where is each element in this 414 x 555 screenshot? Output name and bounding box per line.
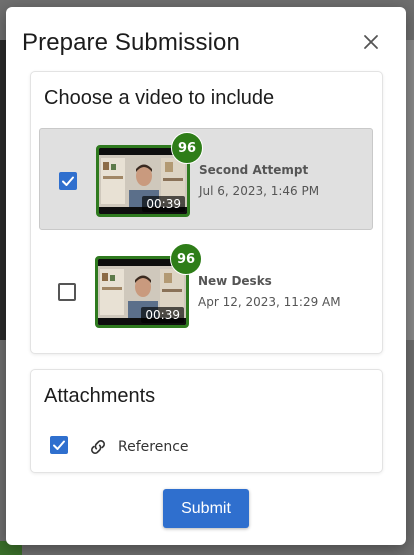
close-button[interactable]	[362, 33, 380, 51]
video-section-title: Choose a video to include	[44, 87, 275, 109]
video-name: New Desks	[198, 274, 272, 288]
video-date: Apr 12, 2023, 11:29 AM	[198, 295, 341, 309]
video-checkbox[interactable]	[58, 283, 76, 301]
video-duration: 00:39	[141, 307, 184, 323]
attachment-link[interactable]: Reference	[118, 439, 189, 455]
video-date: Jul 6, 2023, 1:46 PM	[199, 184, 320, 198]
video-checkbox[interactable]	[59, 172, 77, 190]
video-option-second-attempt[interactable]: 00:39 96 Second Attempt Jul 6, 2023, 1:4…	[39, 128, 373, 230]
backdrop-panel-right	[406, 40, 414, 340]
close-icon	[364, 35, 378, 49]
video-name: Second Attempt	[199, 163, 309, 177]
link-icon	[88, 437, 108, 457]
prepare-submission-dialog: Prepare Submission Choose a video to inc…	[6, 7, 406, 545]
video-duration: 00:39	[142, 196, 185, 212]
attachments-card: Attachments Reference	[30, 369, 383, 473]
score-badge: 96	[171, 132, 203, 164]
submit-button[interactable]: Submit	[163, 489, 249, 528]
score-badge: 96	[170, 243, 202, 275]
attachment-checkbox[interactable]	[50, 436, 68, 454]
attachments-title: Attachments	[44, 385, 156, 407]
attachment-item-reference: Reference	[50, 436, 250, 458]
checkmark-icon	[62, 176, 74, 186]
video-selection-card: Choose a video to include 00:39 96 Secon…	[30, 71, 383, 354]
video-option-new-desks[interactable]: 00:39 96 New Desks Apr 12, 2023, 11:29 A…	[39, 240, 373, 342]
checkmark-icon	[53, 440, 65, 450]
dialog-title: Prepare Submission	[22, 29, 240, 56]
